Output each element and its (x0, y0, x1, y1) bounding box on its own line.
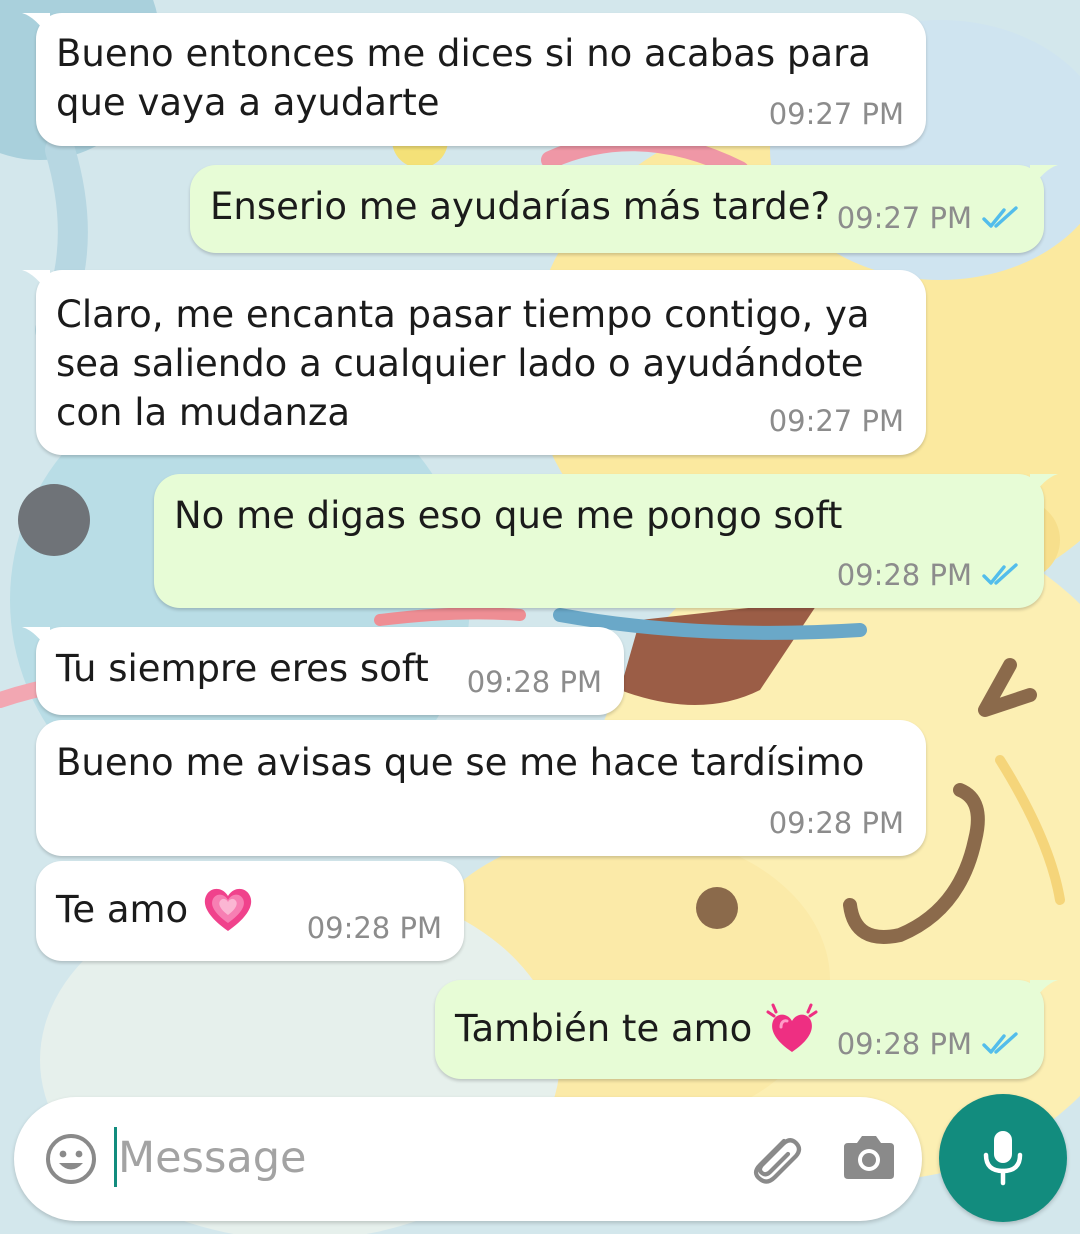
message-bubble-incoming[interactable]: Te amo 09:28 PM (36, 861, 464, 961)
message-time: 09:28 PM (836, 1027, 972, 1061)
message-composer (14, 1097, 922, 1221)
message-text: También te amo (455, 1006, 753, 1050)
message-meta: 09:27 PM (837, 201, 1022, 235)
paperclip-icon[interactable] (742, 1127, 806, 1191)
message-meta: 09:28 PM (837, 1027, 1022, 1061)
message-meta: 09:28 PM (307, 911, 442, 945)
bubble-tail (22, 13, 50, 39)
message-meta: 09:27 PM (769, 97, 904, 131)
bubble-tail (1030, 474, 1058, 500)
bubble-tail (22, 270, 50, 296)
camera-icon[interactable] (840, 1131, 898, 1185)
bubble-tail (22, 627, 50, 653)
message-meta: 09:28 PM (769, 806, 904, 840)
message-time: 09:28 PM (466, 665, 602, 699)
message-content: También te amo (455, 1000, 820, 1056)
message-time: 09:27 PM (768, 97, 904, 131)
message-text: Enserio me ayudarías más tarde? (210, 185, 831, 228)
message-text: Tu siempre eres soft (56, 647, 429, 690)
message-text: Bueno me avisas que se me hace tardísimo (56, 741, 865, 784)
message-time: 09:28 PM (836, 558, 972, 592)
bubble-tail (1030, 165, 1058, 191)
message-meta: 09:28 PM (467, 665, 602, 699)
message-text: Te amo (56, 887, 189, 931)
message-time: 09:28 PM (306, 911, 442, 945)
message-bubble-outgoing[interactable]: No me digas eso que me pongo soft 09:28 … (154, 474, 1058, 608)
bubble-tail (1030, 980, 1058, 1006)
message-time: 09:27 PM (768, 404, 904, 438)
message-meta: 09:28 PM (837, 558, 1022, 592)
microphone-icon (983, 1131, 1023, 1186)
message-text: No me digas eso que me pongo soft (174, 494, 843, 537)
message-input[interactable] (118, 1123, 678, 1193)
beating-heart-icon (766, 1003, 818, 1052)
read-receipt-icon (982, 1032, 1018, 1054)
message-meta: 09:27 PM (769, 404, 904, 438)
voice-record-button[interactable] (939, 1094, 1067, 1222)
message-bubble-incoming[interactable]: Bueno me avisas que se me hace tardísimo… (36, 720, 926, 856)
message-bubble-incoming[interactable]: Bueno entonces me dices si no acabas par… (22, 13, 926, 146)
message-bubble-incoming[interactable]: Tu siempre eres soft 09:28 PM (22, 627, 624, 715)
growing-heart-icon (205, 888, 252, 931)
message-bubble-outgoing[interactable]: Enserio me ayudarías más tarde? 09:27 PM (190, 165, 1058, 253)
message-bubble-incoming[interactable]: Claro, me encanta pasar tiempo contigo, … (22, 270, 926, 455)
message-text: Bueno entonces me dices si no acabas par… (56, 32, 871, 124)
message-time: 09:27 PM (836, 201, 972, 235)
read-receipt-icon (982, 563, 1018, 585)
message-text: Claro, me encanta pasar tiempo contigo, … (56, 293, 870, 434)
message-time: 09:28 PM (768, 806, 904, 840)
message-content: Te amo (56, 881, 256, 937)
message-bubble-outgoing[interactable]: También te amo 09:28 PM (435, 980, 1058, 1079)
text-cursor (114, 1127, 117, 1187)
emoji-smiley-icon[interactable] (44, 1132, 98, 1186)
read-receipt-icon (982, 206, 1018, 228)
